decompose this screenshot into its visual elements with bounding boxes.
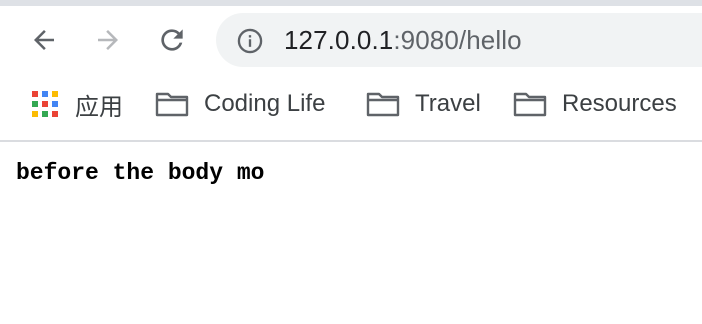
url-text[interactable]: 127.0.0.1:9080/hello	[284, 25, 522, 55]
bookmark-label: Resources	[562, 90, 677, 117]
toolbar-divider	[0, 140, 702, 142]
info-icon[interactable]	[236, 27, 264, 55]
bookmarks-bar: 应用 Coding Life Travel Resources	[0, 74, 702, 140]
url-path: :9080/hello	[393, 25, 522, 55]
reload-button[interactable]	[152, 20, 192, 60]
forward-arrow-icon	[98, 30, 118, 50]
apps-grid-icon	[32, 91, 58, 117]
bookmark-label: Coding Life	[204, 90, 326, 117]
folder-icon	[513, 92, 547, 117]
url-host: 127.0.0.1	[284, 25, 394, 55]
back-button[interactable]	[24, 20, 64, 60]
address-bar[interactable]: 127.0.0.1:9080/hello	[216, 13, 702, 67]
bookmark-folder-coding-life[interactable]: Coding Life	[155, 88, 325, 120]
bookmark-label: Travel	[415, 90, 481, 117]
bookmark-apps[interactable]: 应用	[31, 88, 123, 121]
bookmark-folder-resources[interactable]: Resources	[513, 88, 677, 120]
browser-toolbar: 127.0.0.1:9080/hello	[0, 6, 702, 74]
bookmark-apps-label: 应用	[75, 93, 123, 121]
folder-icon	[366, 92, 400, 117]
bookmark-folder-travel[interactable]: Travel	[366, 88, 481, 120]
back-arrow-icon	[34, 30, 54, 50]
forward-button[interactable]	[88, 20, 128, 60]
folder-icon	[155, 92, 189, 117]
page-body-text: before the body mo	[16, 160, 265, 186]
reload-icon	[161, 29, 183, 51]
